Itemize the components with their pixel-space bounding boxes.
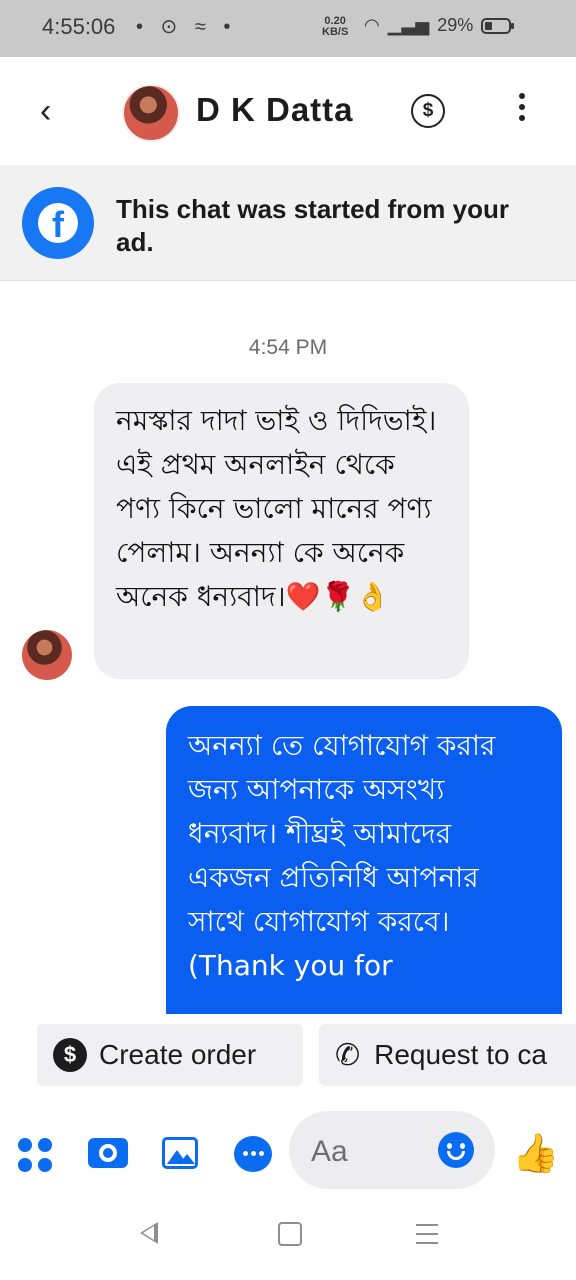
message-timestamp: 4:54 PM (248, 336, 328, 359)
signal-icon: ▁▃▅ (387, 15, 430, 35)
message-input[interactable] (309, 1131, 433, 1173)
outgoing-message[interactable]: অনন্যা তে যোগাযোগ করার জন্য আপনাকে অসংখ্… (166, 706, 562, 1036)
apps-grid-icon[interactable] (18, 1138, 54, 1174)
payment-icon[interactable]: $ (411, 94, 445, 128)
network-speed: 0.20 KB/S (322, 15, 349, 38)
like-icon[interactable]: 👍 (512, 1132, 559, 1175)
chat-header: ‹ D K Datta $ (0, 57, 576, 165)
quick-actions-bar: $ Create order ✆ Request to ca (0, 1014, 576, 1096)
more-options-icon[interactable] (512, 93, 532, 126)
status-bar: 4:55:06 • ⊙ ≈ • 0.20 KB/S ◠ ▁▃▅ 29% (0, 0, 576, 57)
contact-avatar[interactable] (122, 84, 180, 142)
request-call-button[interactable]: ✆ Request to ca (319, 1024, 576, 1086)
battery-percent: 29% (437, 15, 474, 35)
gallery-icon[interactable] (162, 1137, 198, 1169)
contact-name[interactable]: D K Datta (196, 91, 354, 129)
create-order-button[interactable]: $ Create order (37, 1024, 303, 1086)
ad-origin-banner: f This chat was started from your ad. (0, 165, 576, 281)
back-arrow-icon[interactable]: ‹ (40, 91, 51, 131)
nav-back-icon[interactable] (140, 1222, 158, 1244)
banner-text: This chat was started from your ad. (116, 194, 509, 257)
notification-icons: • ⊙ ≈ • (136, 16, 237, 38)
nav-recents-icon[interactable] (416, 1224, 438, 1251)
emoji-icon[interactable] (438, 1132, 474, 1168)
nav-home-icon[interactable] (278, 1222, 302, 1246)
wifi-icon: ◠ (364, 15, 380, 35)
chat-bubble-icon[interactable] (234, 1136, 272, 1172)
message-composer: 👍 (0, 1106, 576, 1196)
facebook-icon: f (22, 187, 94, 259)
camera-icon[interactable] (88, 1138, 128, 1168)
dollar-icon: $ (53, 1038, 87, 1072)
create-order-label: Create order (99, 1039, 257, 1070)
message-input-pill[interactable] (289, 1111, 495, 1189)
incoming-message[interactable]: নমস্কার দাদা ভাই ও দিদিভাই। এই প্রথম অনল… (94, 383, 469, 679)
battery-icon (481, 17, 515, 34)
status-right: ◠ ▁▃▅ 29% (364, 15, 515, 36)
request-call-label: Request to ca (374, 1039, 547, 1070)
phone-add-icon: ✆ (335, 1038, 361, 1072)
system-nav-bar (0, 1196, 576, 1280)
sender-avatar[interactable] (22, 630, 72, 680)
status-time: 4:55:06 (42, 14, 116, 39)
